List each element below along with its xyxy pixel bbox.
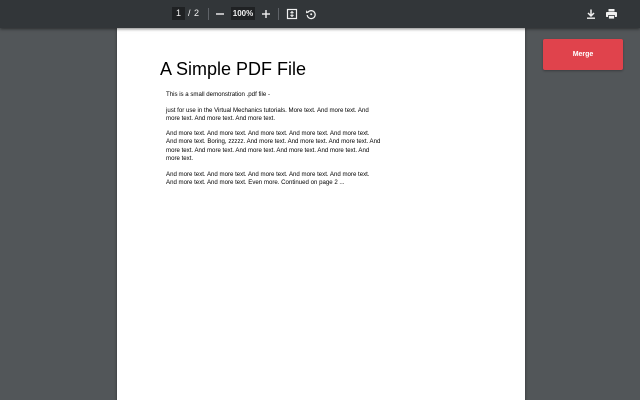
zoom-in-button[interactable] (258, 6, 274, 22)
toolbar-divider (208, 8, 209, 20)
document-paragraph: This is a small demonstration .pdf file … (166, 91, 270, 98)
download-button[interactable] (583, 6, 599, 22)
plus-icon (262, 10, 270, 18)
pdf-page: A Simple PDF File This is a small demons… (117, 28, 525, 400)
rotate-button[interactable] (303, 6, 319, 22)
current-page-input[interactable]: 1 (172, 7, 185, 20)
print-button[interactable] (603, 6, 619, 22)
zoom-level-input[interactable]: 100% (231, 7, 255, 20)
download-icon (587, 9, 595, 19)
document-paragraph: And more text. And more text. And more t… (166, 130, 381, 163)
document-title: A Simple PDF File (160, 59, 307, 79)
minus-icon (216, 13, 224, 15)
pdf-viewer: 1 / 2 100% A Simple PDF File This is a s… (0, 0, 640, 400)
total-pages: 2 (194, 8, 200, 18)
merge-button[interactable]: Merge (543, 39, 623, 70)
fit-to-page-button[interactable] (284, 6, 300, 22)
zoom-out-button[interactable] (212, 6, 228, 22)
document-paragraph: just for use in the Virtual Mechanics tu… (166, 107, 369, 123)
print-icon (605, 9, 617, 20)
pdf-toolbar: 1 / 2 100% (0, 0, 640, 28)
fit-to-page-icon (286, 8, 298, 20)
document-paragraph: And more text. And more text. And more t… (166, 171, 370, 187)
rotate-counterclockwise-icon (306, 10, 316, 20)
page-separator: / (188, 8, 191, 18)
toolbar-divider (278, 8, 279, 20)
